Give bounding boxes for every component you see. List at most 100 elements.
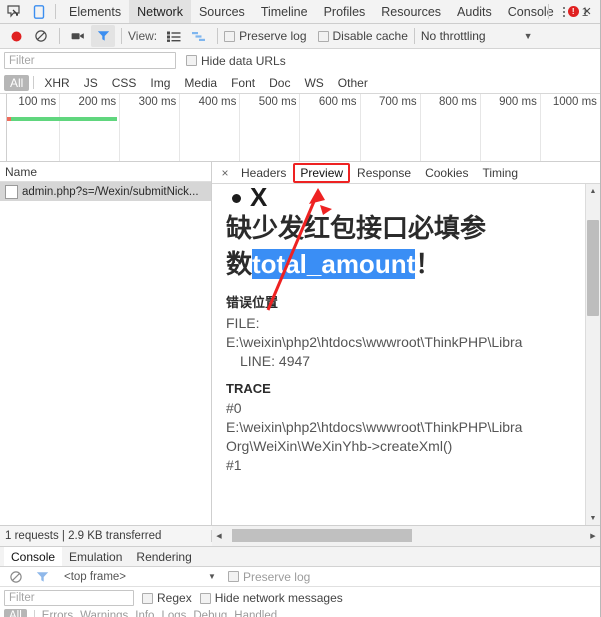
device-toggle-icon[interactable] (26, 0, 52, 23)
scroll-left-arrow-icon[interactable]: ◀ (212, 532, 226, 540)
preview-vertical-scrollbar[interactable]: ▲ ▼ (585, 184, 600, 525)
tab-elements[interactable]: Elements (61, 0, 129, 23)
request-list-empty-space (0, 201, 211, 525)
timeline-tick-label: 400 ms (198, 96, 237, 108)
disable-cache-label: Disable cache (332, 29, 408, 43)
regex-checkbox[interactable]: Regex (142, 591, 192, 605)
detail-tab-list: × Headers Preview Response Cookies Timin… (212, 162, 600, 184)
drawer-tab-rendering[interactable]: Rendering (129, 547, 198, 566)
level-filter-all[interactable]: All (4, 609, 27, 617)
toolbar-divider-1 (59, 28, 60, 44)
preserve-log-checkbox[interactable]: Preserve log (224, 29, 307, 43)
timeline-tick-label: 100 ms (18, 96, 57, 108)
trace-heading: TRACE (226, 381, 271, 396)
timeline-tick-label: 200 ms (78, 96, 117, 108)
scroll-right-arrow-icon[interactable]: ▶ (586, 532, 600, 540)
execution-context-dropdown[interactable]: <top frame> ▼ (64, 571, 216, 583)
devtools-window: Elements Network Sources Timeline Profil… (0, 0, 601, 617)
file-path: E:\weixin\php2\htdocs\wwwroot\ThinkPHP\L… (226, 334, 523, 350)
timeline-tick-label: 900 ms (499, 96, 537, 108)
toolbar-divider-2 (121, 28, 122, 44)
hide-data-urls-box (186, 55, 197, 66)
tab-preview[interactable]: Preview (293, 162, 351, 183)
hscrollbar-track[interactable] (226, 526, 586, 546)
table-row[interactable]: admin.php?s=/Wexin/submitNick... (0, 182, 211, 201)
level-filter-info[interactable]: Info (135, 610, 154, 617)
type-filter-css[interactable]: CSS (106, 75, 143, 91)
throttling-dropdown[interactable]: No throttling ▼ (421, 29, 533, 43)
level-filter-warnings[interactable]: Warnings (80, 610, 128, 617)
tab-sources[interactable]: Sources (191, 0, 253, 23)
type-filter-doc[interactable]: Doc (263, 75, 296, 91)
level-filter-debug[interactable]: Debug (193, 610, 227, 617)
type-filter-divider (33, 76, 35, 89)
network-timeline-overview[interactable]: 100 ms 200 ms 300 ms 400 ms 500 ms 600 m… (0, 94, 600, 162)
camera-icon[interactable] (66, 25, 90, 47)
level-filter-handled[interactable]: Handled (234, 610, 277, 617)
error-title-line1: 缺少发红包接口必填参 (226, 213, 487, 243)
devtools-drawer: Console Emulation Rendering <top frame> … (0, 547, 600, 617)
type-filter-font[interactable]: Font (225, 75, 261, 91)
level-filter-errors[interactable]: Errors (42, 610, 73, 617)
scroll-up-arrow-icon[interactable]: ▲ (586, 184, 600, 198)
drawer-tab-console[interactable]: Console (4, 547, 63, 566)
type-filter-xhr[interactable]: XHR (38, 75, 75, 91)
preview-document: X 缺少发红包接口必填参 数total_amount！ 错误位置 FILE: E… (212, 184, 585, 525)
detail-close-icon[interactable]: × (216, 166, 234, 180)
tab-timing[interactable]: Timing (475, 163, 525, 183)
kebab-menu-icon[interactable] (554, 0, 574, 23)
level-divider (33, 610, 35, 617)
tab-response[interactable]: Response (350, 163, 418, 183)
scroll-down-arrow-icon[interactable]: ▼ (586, 511, 600, 525)
tab-audits[interactable]: Audits (449, 0, 500, 23)
scrollbar-track[interactable] (586, 198, 600, 511)
request-column-header[interactable]: Name (0, 162, 211, 182)
hide-network-messages-checkbox[interactable]: Hide network messages (199, 591, 343, 605)
type-filter-img[interactable]: Img (144, 75, 176, 91)
tab-headers[interactable]: Headers (234, 163, 293, 183)
timeline-left-gutter (0, 94, 7, 161)
type-filter-ws[interactable]: WS (298, 75, 329, 91)
inspect-element-icon[interactable] (0, 0, 26, 23)
network-filter-input[interactable] (4, 52, 176, 69)
clear-button[interactable] (29, 25, 53, 47)
preview-partial-glyphs: X (226, 184, 571, 212)
timeline-cell: 1000 ms (541, 94, 600, 161)
level-filter-logs[interactable]: Logs (161, 610, 186, 617)
error-title-line2-prefix: 数 (226, 249, 253, 279)
type-filter-js[interactable]: JS (78, 75, 104, 91)
view-list-icon[interactable] (162, 25, 186, 47)
bullet-dot-icon (232, 194, 241, 203)
console-filter-input[interactable] (4, 590, 134, 606)
page-title: 缺少发红包接口必填参 数total_amount！ (226, 210, 571, 282)
disable-cache-checkbox[interactable]: Disable cache (317, 29, 408, 43)
horizontal-scrollbar[interactable]: ◀ ▶ (212, 526, 600, 546)
type-filter-all[interactable]: All (4, 74, 30, 91)
tab-cookies[interactable]: Cookies (418, 163, 475, 183)
tab-console[interactable]: Console (500, 0, 562, 23)
view-waterfall-icon[interactable] (187, 25, 211, 47)
hide-network-label: Hide network messages (214, 591, 343, 605)
type-filter-media[interactable]: Media (178, 75, 223, 91)
tab-timeline[interactable]: Timeline (253, 0, 316, 23)
request-list-pane: Name admin.php?s=/Wexin/submitNick... (0, 162, 212, 525)
tab-profiles[interactable]: Profiles (316, 0, 374, 23)
console-level-filters: All Errors Warnings Info Logs Debug Hand… (0, 609, 600, 617)
selected-parameter-name[interactable]: total_amount (252, 249, 416, 279)
drawer-tab-emulation[interactable]: Emulation (62, 547, 129, 566)
scrollbar-thumb[interactable] (587, 220, 599, 316)
hscrollbar-thumb[interactable] (232, 529, 412, 542)
tab-resources[interactable]: Resources (373, 0, 449, 23)
trace-frame: E:\weixin\php2\htdocs\wwwroot\ThinkPHP\L… (226, 419, 523, 435)
execution-context-value: <top frame> (64, 570, 127, 583)
close-icon[interactable]: × (574, 0, 600, 23)
console-clear-button[interactable] (4, 566, 28, 588)
console-filter-funnel-icon[interactable] (30, 566, 54, 588)
hide-data-urls-checkbox[interactable]: Hide data URLs (186, 54, 286, 68)
tab-network[interactable]: Network (129, 0, 191, 23)
type-filter-other[interactable]: Other (332, 75, 374, 91)
view-label: View: (128, 29, 158, 43)
record-button[interactable] (4, 25, 28, 47)
console-preserve-log-checkbox[interactable]: Preserve log (227, 570, 310, 584)
filter-funnel-icon[interactable] (91, 25, 115, 47)
